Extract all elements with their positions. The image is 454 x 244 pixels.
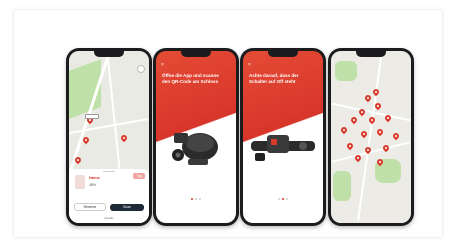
- details-link[interactable]: Details: [69, 216, 149, 220]
- onboarding-text: Achte darauf, dass der Schalter auf Off …: [249, 73, 299, 84]
- location-marker-icon: [85, 114, 99, 119]
- pagination-dots: [243, 187, 323, 205]
- phone-notch: [181, 51, 211, 57]
- scooter-thumbnail: [75, 175, 85, 189]
- helmet-lock-illustration: [172, 133, 218, 165]
- phone-screen: Name 48% Tag Reserve Scan Details: [69, 51, 149, 223]
- scooter-name: Name: [89, 175, 100, 180]
- phone-onboarding-2: × Achte darauf, dass der Schalter auf Of…: [240, 48, 326, 226]
- phone-notch: [268, 51, 298, 57]
- close-icon[interactable]: ×: [248, 63, 251, 68]
- phone-notch: [94, 51, 124, 57]
- sheet-handle[interactable]: [103, 171, 115, 172]
- phone-screen: [331, 51, 411, 223]
- compass-icon[interactable]: [137, 65, 145, 73]
- phone-notch: [356, 51, 386, 57]
- map-park: [335, 61, 357, 81]
- scooter-detail-sheet[interactable]: Name 48% Tag Reserve Scan Details: [69, 169, 149, 223]
- phone-city-map: [328, 48, 414, 226]
- map-park: [333, 171, 351, 201]
- onboarding-text: Öffne die App und scanne den QR-Code am …: [162, 73, 219, 84]
- pagination-dots: [156, 187, 236, 205]
- phone-onboarding-1: × Öffne die App und scanne den QR-Code a…: [153, 48, 239, 226]
- screenshots-card: Name 48% Tag Reserve Scan Details × Öffn…: [13, 9, 443, 238]
- phone-screen: × Öffne die App und scanne den QR-Code a…: [156, 51, 236, 223]
- scan-button[interactable]: Scan: [110, 204, 144, 211]
- close-icon[interactable]: ×: [161, 63, 164, 68]
- reserve-button[interactable]: Reserve: [74, 203, 106, 211]
- battery-label: 48%: [89, 183, 97, 187]
- phone-screen: × Achte darauf, dass der Schalter auf Of…: [243, 51, 323, 223]
- phone-map-detail: Name 48% Tag Reserve Scan Details: [66, 48, 152, 226]
- tag-badge: Tag: [133, 173, 145, 179]
- switch-illustration: [251, 135, 315, 161]
